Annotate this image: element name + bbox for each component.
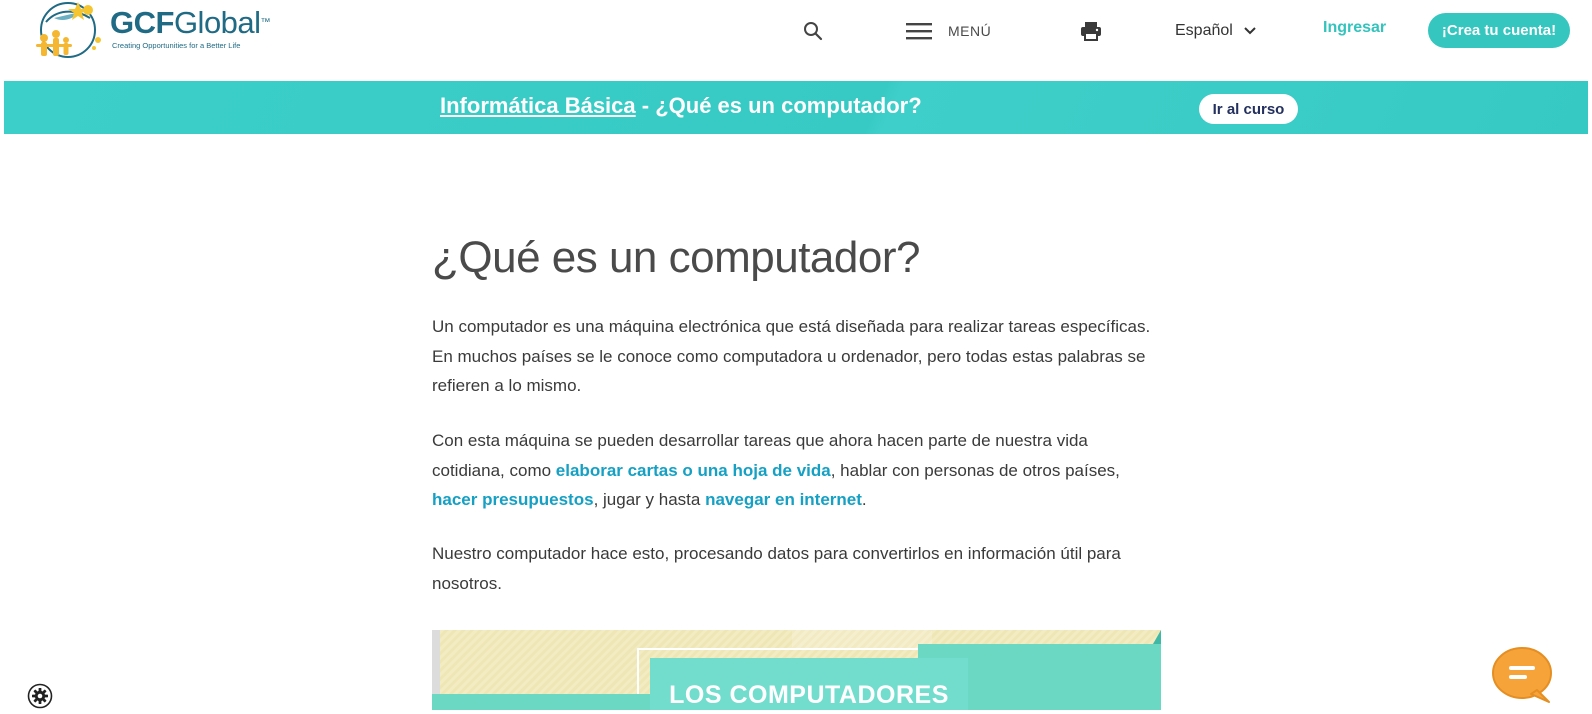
infographic-title-box: LOS COMPUTADORES — [650, 658, 968, 710]
article-content: ¿Qué es un computador? Un computador es … — [432, 228, 1162, 593]
logo-tagline: Creating Opportunities for a Better Life — [112, 41, 241, 50]
banner-lesson-title: ¿Qué es un computador? — [655, 93, 922, 118]
chat-button[interactable] — [1491, 644, 1555, 704]
site-header: GCFGlobal™ Creating Opportunities for a … — [0, 0, 1592, 80]
course-link[interactable]: Informática Básica — [440, 93, 636, 118]
go-to-course-button[interactable]: Ir al curso — [1199, 94, 1298, 124]
hamburger-icon — [906, 23, 932, 40]
chat-bubble-icon — [1492, 647, 1552, 703]
banner-separator: - — [635, 93, 656, 118]
infographic-ribbon-left — [432, 694, 652, 710]
print-button[interactable] — [1079, 19, 1103, 43]
language-selector[interactable]: Español — [1175, 18, 1257, 44]
search-icon — [804, 22, 823, 41]
accessibility-settings-button[interactable] — [27, 683, 53, 709]
infographic-image: LOS COMPUTADORES — [432, 630, 1161, 710]
article-paragraph-2: Con esta máquina se pueden desarrollar t… — [432, 431, 1120, 509]
page-title: ¿Qué es un computador? — [432, 233, 920, 282]
menu-label: MENÚ — [948, 23, 992, 39]
link-navegar-internet[interactable]: navegar en internet — [705, 490, 862, 509]
logo-globe-icon — [36, 2, 101, 58]
logo-wordmark: GCFGlobal™ — [110, 5, 271, 40]
login-link[interactable]: Ingresar — [1323, 19, 1386, 37]
search-button[interactable] — [801, 19, 825, 43]
menu-button[interactable]: MENÚ — [906, 18, 991, 44]
link-cartas-hoja-de-vida[interactable]: elaborar cartas o una hoja de vida — [556, 461, 831, 480]
article-paragraph-3: Nuestro computador hace esto, procesando… — [432, 544, 1121, 593]
printer-icon — [1081, 22, 1101, 41]
banner-title: Informática Básica - ¿Qué es un computad… — [440, 93, 922, 119]
course-banner: Informática Básica - ¿Qué es un computad… — [4, 81, 1588, 134]
infographic-title: LOS COMPUTADORES — [669, 681, 949, 709]
gcfglobal-logo[interactable]: GCFGlobal™ Creating Opportunities for a … — [32, 0, 272, 62]
create-account-button[interactable]: ¡Crea tu cuenta! — [1428, 13, 1570, 48]
article-paragraph-1: Un computador es una máquina electrónica… — [432, 317, 1151, 395]
language-label: Español — [1175, 22, 1233, 39]
infographic-shade — [792, 630, 932, 650]
chevron-down-icon — [1244, 27, 1256, 35]
gear-icon — [27, 683, 53, 709]
link-hacer-presupuestos[interactable]: hacer presupuestos — [432, 490, 594, 509]
